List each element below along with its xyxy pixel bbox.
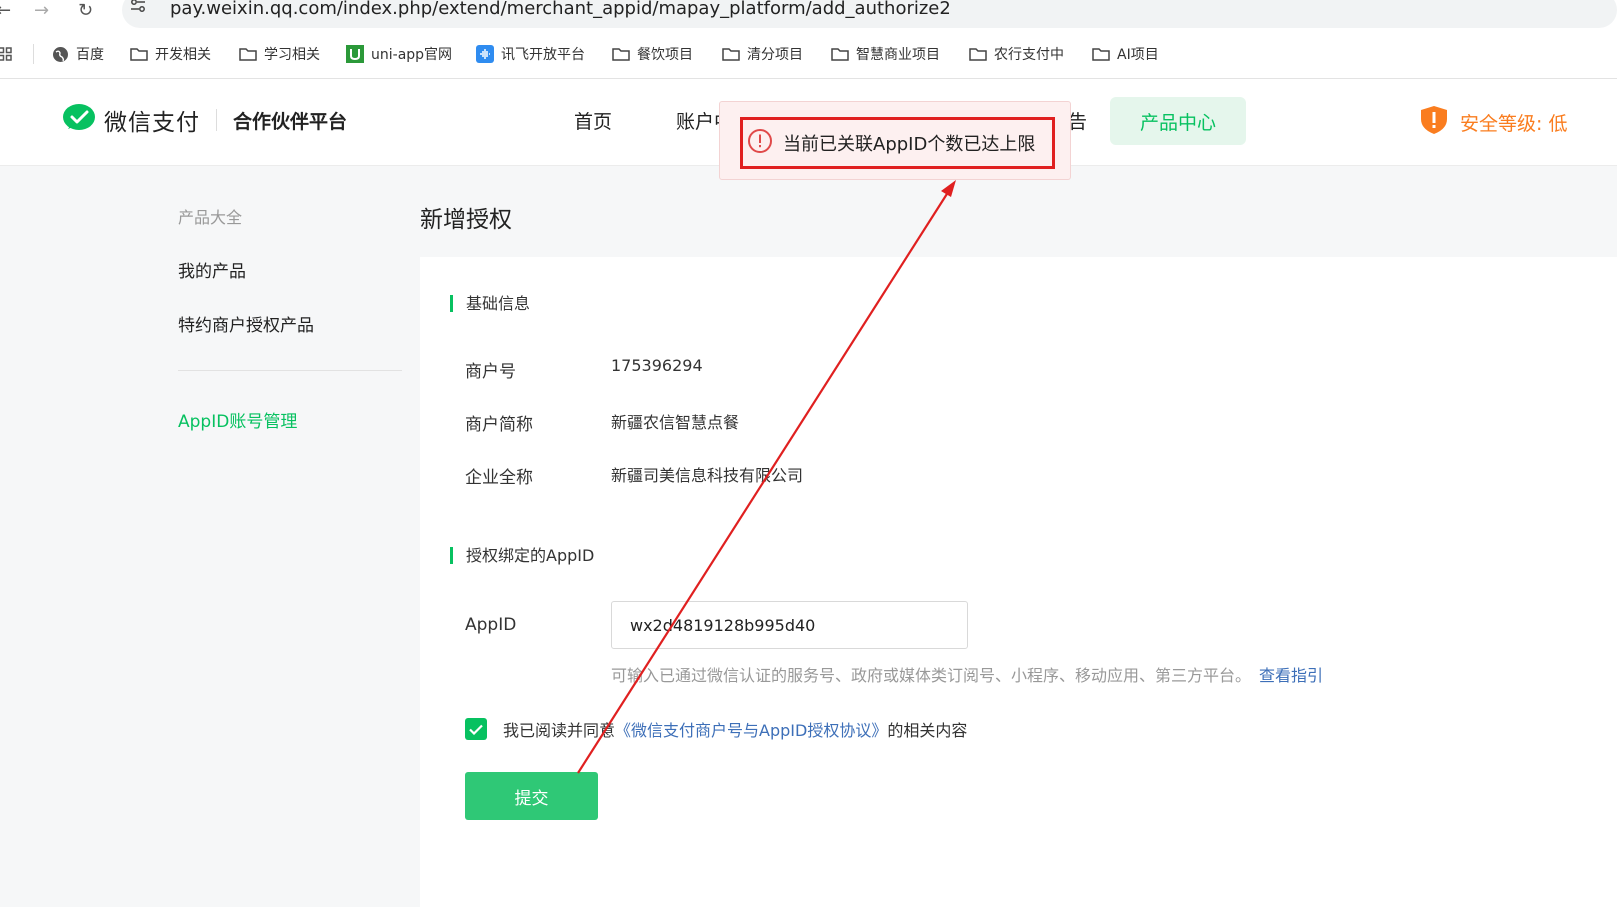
security-level-text: 安全等级: 低 xyxy=(1460,112,1568,135)
view-guide-link[interactable]: 查看指引 xyxy=(1259,666,1323,685)
bookmark-uniapp[interactable]: uni-app官网 xyxy=(346,42,452,66)
nav-product-center-label: 产品中心 xyxy=(1139,111,1216,134)
folder-icon xyxy=(1092,47,1110,61)
folder-icon xyxy=(969,47,987,61)
form-card xyxy=(420,257,1617,907)
agreement-prefix: 我已阅读并同意 xyxy=(503,721,616,740)
sidebar-item-my-products[interactable]: 我的产品 xyxy=(178,257,246,282)
company-full-name-label: 企业全称 xyxy=(465,468,533,488)
merchant-short-name-label: 商户简称 xyxy=(465,415,533,435)
agreement-checkbox[interactable] xyxy=(465,718,487,740)
agreement-link[interactable]: 《微信支付商户号与AppID授权协议》 xyxy=(615,717,887,741)
shield-warning-icon xyxy=(1420,105,1448,139)
appid-input[interactable] xyxy=(611,601,968,649)
appid-label: AppID xyxy=(465,615,517,635)
bookmark-smart-business[interactable]: 智慧商业项目 xyxy=(831,42,940,66)
xunfei-icon xyxy=(476,45,494,63)
wechat-pay-icon xyxy=(62,103,96,137)
check-icon xyxy=(469,724,483,735)
folder-icon xyxy=(831,47,849,61)
browser-url-bar: ← → ↻ pay.weixin.qq.com/index.php/extend… xyxy=(0,0,1617,30)
bookmark-study[interactable]: 学习相关 xyxy=(239,42,320,66)
apps-grid-icon[interactable] xyxy=(0,42,12,66)
site-settings-icon[interactable] xyxy=(130,0,146,18)
url-text[interactable]: pay.weixin.qq.com/index.php/extend/merch… xyxy=(170,0,951,22)
globe-icon xyxy=(52,46,69,63)
page-title: 新增授权 xyxy=(420,207,512,233)
appid-hint-text: 可输入已通过微信认证的服务号、政府或媒体类订阅号、小程序、移动应用、第三方平台。 xyxy=(611,666,1252,685)
submit-button[interactable]: 提交 xyxy=(465,772,598,820)
bookmark-baidu[interactable]: 百度 xyxy=(52,42,104,66)
bookmark-clearing[interactable]: 清分项目 xyxy=(722,42,803,66)
folder-icon xyxy=(239,47,257,61)
platform-title: 合作伙伴平台 xyxy=(233,110,348,133)
security-level[interactable]: 安全等级: 低 xyxy=(1420,105,1567,139)
bookmark-xunfei[interactable]: 讯飞开放平台 xyxy=(476,42,585,66)
merchant-id-label: 商户号 xyxy=(465,362,516,382)
error-toast-highlight: 当前已关联AppID个数已达上限 xyxy=(740,117,1055,169)
bookmark-catering[interactable]: 餐饮项目 xyxy=(612,42,693,66)
sidebar-item-special-merchant-auth[interactable]: 特约商户授权产品 xyxy=(178,311,314,336)
sidebar-group-label: 产品大全 xyxy=(178,208,243,227)
brand-title: 微信支付 xyxy=(104,110,200,136)
merchant-short-name-value: 新疆农信智慧点餐 xyxy=(611,413,740,432)
appid-hint: 可输入已通过微信认证的服务号、政府或媒体类订阅号、小程序、移动应用、第三方平台。… xyxy=(611,662,1323,686)
uniapp-icon xyxy=(346,45,364,63)
bookmark-dev[interactable]: 开发相关 xyxy=(130,42,211,66)
bookmarks-divider xyxy=(33,44,34,64)
back-icon[interactable]: ← xyxy=(0,0,11,26)
bookmarks-bar: 百度 开发相关 学习相关 uni-app官网 讯飞开放平台 餐饮项目 清分项目 … xyxy=(0,30,1617,79)
merchant-id-value: 175396294 xyxy=(611,356,703,375)
nav-product-center[interactable]: 产品中心 xyxy=(1110,97,1246,145)
folder-icon xyxy=(722,47,740,61)
section-bound-appid: 授权绑定的AppID xyxy=(450,547,594,564)
section-basic-info: 基础信息 xyxy=(450,295,530,312)
bookmark-ai[interactable]: AI项目 xyxy=(1092,42,1159,66)
logo-divider xyxy=(216,109,217,131)
sidebar-divider xyxy=(178,370,402,371)
folder-icon xyxy=(130,47,148,61)
folder-icon xyxy=(612,47,630,61)
error-toast-message: 当前已关联AppID个数已达上限 xyxy=(783,134,1036,155)
error-circle-icon xyxy=(747,128,773,158)
forward-icon[interactable]: → xyxy=(34,0,49,26)
agreement-row: 我已阅读并同意 《微信支付商户号与AppID授权协议》 的相关内容 xyxy=(465,717,967,741)
sidebar-item-appid-management[interactable]: AppID账号管理 xyxy=(178,407,297,432)
agreement-suffix: 的相关内容 xyxy=(887,721,968,740)
nav-home[interactable]: 首页 xyxy=(574,107,612,134)
bookmark-abc-pay[interactable]: 农行支付中 xyxy=(969,42,1064,66)
reload-icon[interactable]: ↻ xyxy=(78,0,93,26)
company-full-name-value: 新疆司美信息科技有限公司 xyxy=(611,466,804,485)
wechat-pay-logo[interactable]: 微信支付 合作伙伴平台 xyxy=(62,103,347,137)
